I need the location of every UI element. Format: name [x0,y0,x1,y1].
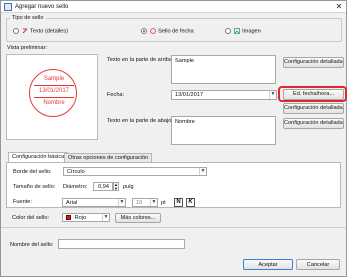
radio-text-details-label: Texto (detalles) [30,28,68,35]
radio-image-label: Imagen [242,28,261,35]
stamp-name-input[interactable] [58,239,185,249]
font-label: Fuente: [13,199,32,205]
radio-text-details-indicator[interactable] [13,28,19,34]
window-title: Agregar nuevo sello [15,4,69,10]
top-text-input[interactable]: Sample [171,55,276,84]
size-label: Tamaño de sello: [13,184,56,190]
font-select-value: Arial [66,200,78,206]
border-label: Borde del sello: [13,169,52,175]
stamp-rule-lower [34,97,74,98]
chevron-down-icon[interactable]: ▼ [150,199,157,206]
preview-label: Vista preliminar: [7,45,48,51]
date-stamp-icon [149,28,156,34]
chevron-down-icon[interactable]: ▼ [199,168,206,175]
dialog-window: Agregar nuevo sello ✕ Tipo de sello Text… [0,0,347,277]
color-select-value: Rojo [74,215,87,221]
stamp-type-legend: Tipo de sello [12,15,44,21]
bold-button[interactable]: N [174,198,183,207]
chevron-down-icon[interactable]: ▼ [118,199,125,206]
red-swatch-icon [66,215,71,221]
stamp-name-label: Nombre del sello: [10,242,54,248]
radio-image-indicator[interactable] [225,28,231,34]
diameter-label: Diámetro: [63,184,88,190]
chevron-down-icon[interactable]: ▼ [102,214,109,221]
bottom-text-label: Texto en la parte de abajo: [107,118,173,124]
top-text-label: Texto en la parte de arriba: [107,57,174,63]
cancel-button[interactable]: Cancelar [296,259,340,270]
title-bar: Agregar nuevo sello ✕ [1,1,346,13]
accept-button[interactable]: Aceptar [243,259,293,270]
stamp-circle: Sample 13/01/2017 Nombre [29,69,77,117]
stamp-preview-top: Sample [43,76,65,82]
radio-date-stamp-label: Sello de fecha [158,28,194,35]
app-icon [4,3,12,11]
date-select-value: 13/01/2017 [175,92,203,98]
stamp-preview: Sample 13/01/2017 Nombre [6,54,98,140]
bottom-text-detail-button[interactable]: Configuración detallada... [283,118,344,129]
radio-text-details[interactable]: Texto (detalles) [13,28,68,34]
close-button[interactable]: ✕ [334,2,344,11]
italic-button[interactable]: K [186,198,195,207]
stamp-preview-date: 13/01/2017 [38,88,70,94]
diameter-input[interactable]: 0,94 [93,182,113,191]
top-text-detail-button[interactable]: Configuración detallada... [283,57,344,68]
footer-divider [1,227,346,228]
image-stamp-icon [233,28,240,34]
font-size-unit: pt [161,200,166,206]
color-select[interactable]: Rojo ▼ [62,213,110,222]
radio-date-stamp-indicator[interactable] [141,28,147,34]
stamp-rule-upper [34,85,74,86]
diameter-stepper[interactable]: ▲ ▼ [113,182,119,191]
color-label: Color del sello: [12,215,49,221]
font-size-value: 10 [136,200,143,206]
stamp-preview-bottom: Nombre [43,100,65,106]
border-select-value: Círculo [67,169,85,175]
more-colors-button[interactable]: Más colores... [115,213,161,223]
date-label: Fecha: [107,92,125,98]
font-select[interactable]: Arial ▼ [62,198,126,207]
diameter-unit: pulg [123,184,134,190]
radio-date-stamp[interactable]: Sello de fecha [141,28,194,34]
bottom-text-input[interactable]: Nombre [171,116,276,145]
date-detail-button[interactable]: Configuración detallada... [283,103,344,114]
edit-date-time-button[interactable]: Ed. fecha/hora... [283,89,344,100]
font-size-select[interactable]: 10 ▼ [132,198,158,207]
text-stamp-icon [22,28,27,34]
chevron-down-icon[interactable]: ▼ [269,91,276,99]
border-select[interactable]: Círculo ▼ [63,167,207,176]
radio-image[interactable]: Imagen [225,28,261,34]
date-select[interactable]: 13/01/2017 ▼ [171,90,277,100]
